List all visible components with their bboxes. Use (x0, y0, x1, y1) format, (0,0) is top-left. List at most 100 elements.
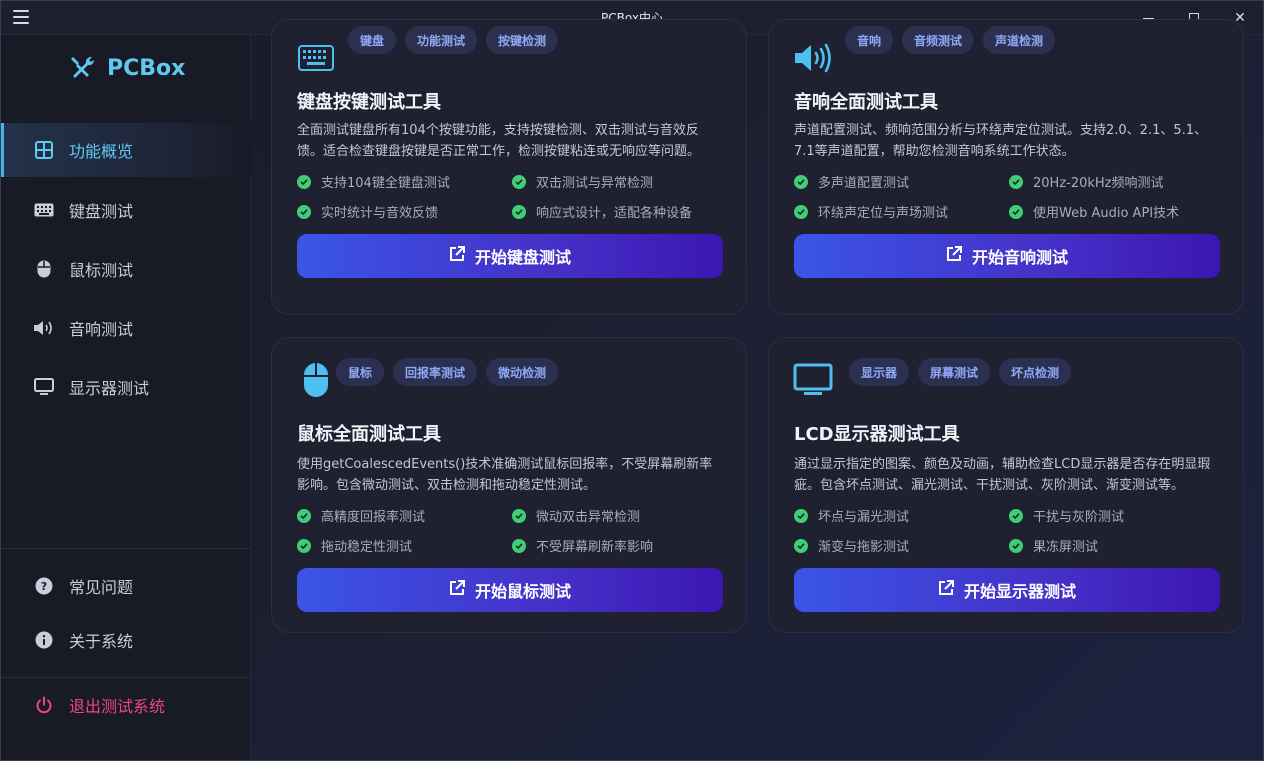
logout-button[interactable]: 退出测试系统 (1, 678, 251, 732)
tag: 微动检测 (486, 358, 559, 386)
brand-name: PCBox (107, 55, 186, 81)
check-icon (794, 174, 808, 189)
sidebar-item-label: 功能概览 (69, 142, 134, 161)
sidebar-item-label: 显示器测试 (69, 379, 150, 398)
external-link-icon (449, 580, 465, 600)
sidebar-item-label: 常见问题 (69, 578, 134, 597)
button-label: 开始显示器测试 (963, 582, 1076, 601)
external-link-icon (938, 580, 954, 600)
tools-icon (71, 56, 95, 78)
feature-item: 拖动稳定性测试 (297, 536, 412, 555)
external-link-icon (449, 246, 465, 266)
tag: 显示器 (849, 358, 910, 386)
check-icon (794, 204, 808, 219)
monitor-tool-card: 显示器 屏幕测试 坏点检测 LCD显示器测试工具 通过显示指定的图案、颜色及动画… (768, 337, 1244, 633)
tag-list: 音响 音频测试 声道检测 (845, 26, 1056, 54)
tag: 坏点检测 (999, 358, 1072, 386)
card-description: 使用getCoalescedEvents()技术准确测试鼠标回报率，不受屏幕刷新… (297, 457, 713, 493)
logout-label: 退出测试系统 (69, 697, 166, 716)
check-icon (512, 538, 526, 553)
mouse-tool-card: 鼠标 回报率测试 微动检测 鼠标全面测试工具 使用getCoalescedEve… (271, 337, 747, 633)
start-speaker-test-button[interactable]: 开始音响测试 (794, 234, 1220, 278)
tag: 声道检测 (983, 26, 1056, 54)
card-title: 键盘按键测试工具 (297, 92, 441, 113)
feature-item: 高精度回报率测试 (297, 506, 425, 525)
feature-item: 使用Web Audio API技术 (1009, 202, 1179, 221)
check-icon (297, 174, 311, 189)
feature-label: 实时统计与音效反馈 (321, 206, 439, 221)
feature-label: 坏点与漏光测试 (818, 510, 910, 525)
feature-item: 果冻屏测试 (1009, 536, 1098, 555)
feature-label: 多声道配置测试 (818, 176, 910, 191)
sidebar-item-label: 鼠标测试 (69, 261, 134, 280)
feature-label: 使用Web Audio API技术 (1033, 206, 1180, 221)
keyboard-icon (33, 203, 55, 217)
check-icon (297, 508, 311, 523)
feature-label: 干扰与灰阶测试 (1033, 510, 1125, 525)
tag-list: 鼠标 回报率测试 微动检测 (336, 358, 559, 386)
feature-label: 不受屏幕刷新率影响 (536, 540, 654, 555)
start-monitor-test-button[interactable]: 开始显示器测试 (794, 568, 1220, 612)
tag: 鼠标 (336, 358, 385, 386)
sidebar-item-label: 音响测试 (69, 320, 134, 339)
feature-item: 环绕声定位与声场测试 (794, 202, 948, 221)
feature-item: 多声道配置测试 (794, 172, 909, 191)
monitor-icon (33, 378, 55, 396)
question-icon: ? (33, 577, 55, 595)
feature-item: 渐变与拖影测试 (794, 536, 909, 555)
check-icon (1009, 508, 1023, 523)
tag: 屏幕测试 (918, 358, 991, 386)
sidebar-item-monitor[interactable]: 显示器测试 (1, 360, 251, 414)
sidebar-item-about[interactable]: 关于系统 (1, 613, 251, 667)
feature-item: 坏点与漏光测试 (794, 506, 909, 525)
power-icon (33, 696, 55, 714)
button-label: 开始键盘测试 (474, 248, 571, 267)
sidebar: PCBox 功能概览 键盘测试 鼠标测试 音响测试 显示器测试 ? 常见问题 关… (1, 35, 251, 760)
tag: 功能测试 (405, 26, 478, 54)
feature-label: 高精度回报率测试 (321, 510, 426, 525)
svg-text:?: ? (41, 580, 47, 593)
keyboard-icon (296, 38, 336, 78)
start-mouse-test-button[interactable]: 开始鼠标测试 (297, 568, 723, 612)
sidebar-item-faq[interactable]: ? 常见问题 (1, 559, 251, 613)
feature-label: 渐变与拖影测试 (818, 540, 910, 555)
feature-label: 微动双击异常检测 (536, 510, 641, 525)
external-link-icon (946, 246, 962, 266)
check-icon (512, 508, 526, 523)
card-title: 音响全面测试工具 (794, 92, 938, 113)
sidebar-item-keyboard[interactable]: 键盘测试 (1, 183, 251, 237)
sidebar-item-overview[interactable]: 功能概览 (1, 123, 251, 177)
brand-logo: PCBox (69, 55, 185, 81)
feature-label: 20Hz-20kHz频响测试 (1033, 176, 1164, 191)
tag: 回报率测试 (393, 358, 478, 386)
sidebar-item-speaker[interactable]: 音响测试 (1, 301, 251, 355)
feature-label: 拖动稳定性测试 (321, 540, 413, 555)
sidebar-item-label: 关于系统 (69, 632, 134, 651)
info-icon (33, 631, 55, 649)
card-title: LCD显示器测试工具 (794, 424, 960, 445)
feature-label: 双击测试与异常检测 (536, 176, 654, 191)
check-icon (794, 538, 808, 553)
check-icon (1009, 538, 1023, 553)
tag-list: 键盘 功能测试 按键检测 (348, 26, 559, 54)
feature-label: 响应式设计，适配各种设备 (536, 206, 693, 221)
feature-item: 双击测试与异常检测 (512, 172, 653, 191)
check-icon (297, 538, 311, 553)
feature-item: 实时统计与音效反馈 (297, 202, 438, 221)
tag-list: 显示器 屏幕测试 坏点检测 (849, 358, 1072, 386)
app-window: PCBox中心 ✕ PCBox 功能概览 键盘测试 鼠标测试 音响测试 显示器测… (0, 0, 1264, 761)
check-icon (1009, 174, 1023, 189)
feature-item: 支持104键全键盘测试 (297, 172, 450, 191)
speaker-tool-card: 音响 音频测试 声道检测 音响全面测试工具 声道配置测试、频响范围分析与环绕声定… (768, 19, 1244, 315)
check-icon (1009, 204, 1023, 219)
tag: 音响 (845, 26, 894, 54)
check-icon (297, 204, 311, 219)
hamburger-menu-icon[interactable] (13, 10, 29, 24)
mouse-icon (296, 360, 336, 400)
card-description: 通过显示指定的图案、颜色及动画，辅助检查LCD显示器是否存在明显瑕疵。包含坏点测… (794, 457, 1211, 493)
start-keyboard-test-button[interactable]: 开始键盘测试 (297, 234, 723, 278)
speaker-icon (793, 38, 833, 78)
speaker-icon (33, 319, 55, 337)
sidebar-item-mouse[interactable]: 鼠标测试 (1, 242, 251, 296)
card-description: 声道配置测试、频响范围分析与环绕声定位测试。支持2.0、2.1、5.1、7.1等… (794, 123, 1208, 159)
